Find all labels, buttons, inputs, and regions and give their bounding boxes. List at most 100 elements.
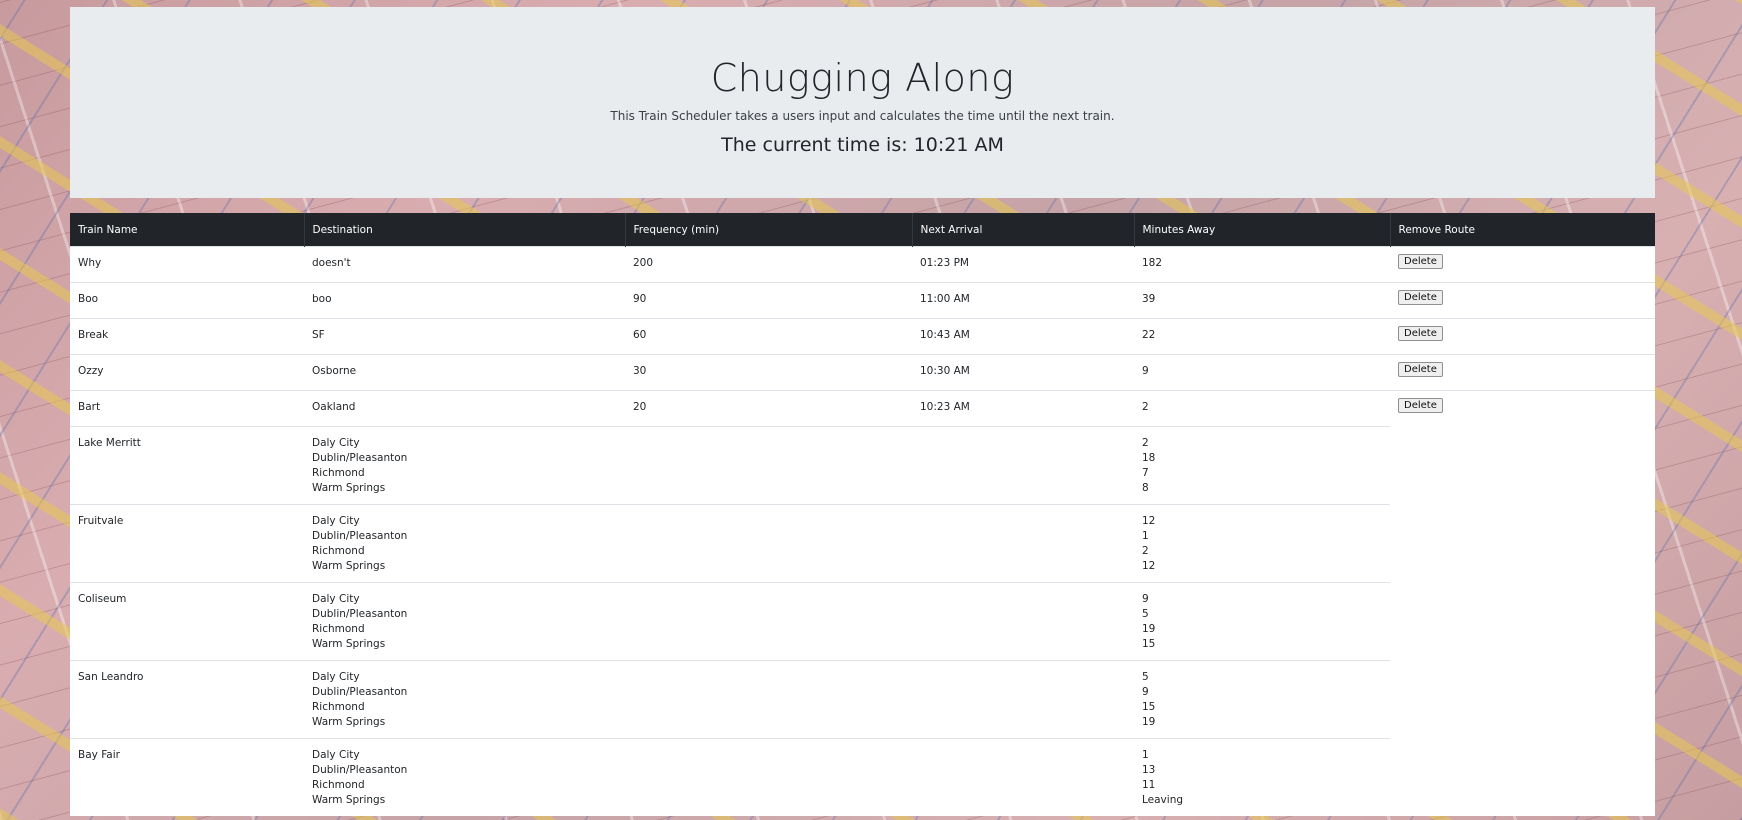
destination-line: Dublin/Pleasanton <box>312 452 408 464</box>
remove-route-cell <box>1390 739 1655 817</box>
remove-route-cell: Delete <box>1390 354 1655 391</box>
frequency-cell: 30 <box>625 354 912 391</box>
next-arrival-cell <box>912 738 1134 816</box>
minutes-line: 11 <box>1142 779 1156 791</box>
table-row: San Leandro Daly City Dublin/Pleasanton … <box>70 660 1655 739</box>
minutes-line: Leaving <box>1142 794 1184 806</box>
destination-line: Warm Springs <box>312 482 386 494</box>
next-arrival-cell <box>912 660 1134 739</box>
next-arrival-cell: 10:43 AM <box>912 318 1134 355</box>
station-minutes-cell: 9 5 19 15 <box>1134 582 1390 661</box>
next-arrival-cell: 10:30 AM <box>912 354 1134 391</box>
minutes-away-cell: 182 <box>1134 246 1390 283</box>
minutes-line: 18 <box>1142 452 1156 464</box>
station-destinations-cell: Daly City Dublin/Pleasanton Richmond War… <box>304 426 625 505</box>
train-name-cell: Boo <box>70 282 304 319</box>
minutes-line: 19 <box>1142 716 1156 728</box>
next-arrival-cell <box>912 426 1134 505</box>
destination-cell: Osborne <box>304 354 625 391</box>
column-header-frequency: Frequency (min) <box>624 213 912 247</box>
train-name-cell: Bart <box>70 390 304 427</box>
minutes-line: 12 <box>1142 515 1156 527</box>
remove-route-cell <box>1390 505 1655 583</box>
destination-line: Warm Springs <box>312 716 386 728</box>
delete-button[interactable]: Delete <box>1398 254 1443 269</box>
delete-button[interactable]: Delete <box>1398 290 1443 305</box>
table-row: Ozzy Osborne 30 10:30 AM 9 Delete <box>70 354 1655 391</box>
frequency-cell <box>625 660 912 739</box>
page-subtitle: This Train Scheduler takes a users input… <box>610 109 1115 123</box>
frequency-cell: 90 <box>625 282 912 319</box>
table-row: Bay Fair Daly City Dublin/Pleasanton Ric… <box>70 738 1655 817</box>
train-schedule-table: Train Name Destination Frequency (min) N… <box>70 213 1655 816</box>
minutes-away-cell: 22 <box>1134 318 1390 355</box>
station-destinations-cell: Daly City Dublin/Pleasanton Richmond War… <box>304 738 625 816</box>
minutes-line: 12 <box>1142 560 1156 572</box>
destination-line: Warm Springs <box>312 638 386 650</box>
station-minutes-cell: 12 1 2 12 <box>1134 504 1390 583</box>
station-name-cell: Lake Merritt <box>70 426 304 505</box>
next-arrival-cell: 01:23 PM <box>912 246 1134 283</box>
table-row: Boo boo 90 11:00 AM 39 Delete <box>70 282 1655 319</box>
minutes-line: 5 <box>1142 671 1149 683</box>
frequency-cell <box>625 504 912 583</box>
destination-cell: doesn't <box>304 246 625 283</box>
destination-line: Warm Springs <box>312 560 386 572</box>
destination-cell: SF <box>304 318 625 355</box>
destination-cell: Oakland <box>304 390 625 427</box>
frequency-cell: 200 <box>625 246 912 283</box>
delete-button[interactable]: Delete <box>1398 398 1443 413</box>
next-arrival-cell: 11:00 AM <box>912 282 1134 319</box>
minutes-line: 5 <box>1142 608 1149 620</box>
frequency-cell <box>625 582 912 661</box>
destination-line: Daly City <box>312 671 360 683</box>
remove-route-cell <box>1390 661 1655 739</box>
train-name-cell: Why <box>70 246 304 283</box>
minutes-line: 19 <box>1142 623 1156 635</box>
frequency-cell <box>625 738 912 816</box>
delete-button[interactable]: Delete <box>1398 326 1443 341</box>
destination-line: Dublin/Pleasanton <box>312 530 408 542</box>
station-minutes-cell: 2 18 7 8 <box>1134 426 1390 505</box>
delete-button[interactable]: Delete <box>1398 362 1443 377</box>
main-container: Chugging Along This Train Scheduler take… <box>70 7 1655 816</box>
train-name-cell: Break <box>70 318 304 355</box>
table-row: Break SF 60 10:43 AM 22 Delete <box>70 318 1655 355</box>
destination-line: Dublin/Pleasanton <box>312 686 408 698</box>
page-title: Chugging Along <box>710 56 1015 100</box>
table-row: Lake Merritt Daly City Dublin/Pleasanton… <box>70 426 1655 505</box>
remove-route-cell: Delete <box>1390 390 1655 427</box>
table-body: Why doesn't 200 01:23 PM 182 Delete Boo … <box>70 246 1655 817</box>
minutes-away-cell: 39 <box>1134 282 1390 319</box>
station-name-cell: Coliseum <box>70 582 304 661</box>
minutes-away-cell: 9 <box>1134 354 1390 391</box>
destination-line: Dublin/Pleasanton <box>312 764 408 776</box>
remove-route-cell: Delete <box>1390 246 1655 283</box>
jumbotron-header: Chugging Along This Train Scheduler take… <box>70 7 1655 198</box>
next-arrival-cell <box>912 504 1134 583</box>
station-destinations-cell: Daly City Dublin/Pleasanton Richmond War… <box>304 582 625 661</box>
table-row: Fruitvale Daly City Dublin/Pleasanton Ri… <box>70 504 1655 583</box>
table-row: Bart Oakland 20 10:23 AM 2 Delete <box>70 390 1655 427</box>
station-name-cell: San Leandro <box>70 660 304 739</box>
destination-line: Warm Springs <box>312 794 386 806</box>
table-header-row: Train Name Destination Frequency (min) N… <box>70 213 1655 247</box>
destination-line: Richmond <box>312 623 365 635</box>
station-destinations-cell: Daly City Dublin/Pleasanton Richmond War… <box>304 660 625 739</box>
frequency-cell <box>625 426 912 505</box>
destination-line: Daly City <box>312 437 360 449</box>
column-header-destination: Destination <box>303 213 625 247</box>
minutes-line: 2 <box>1142 437 1149 449</box>
station-name-cell: Fruitvale <box>70 504 304 583</box>
next-arrival-cell: 10:23 AM <box>912 390 1134 427</box>
destination-line: Daly City <box>312 515 360 527</box>
column-header-next-arrival: Next Arrival <box>911 213 1134 247</box>
table-row: Why doesn't 200 01:23 PM 182 Delete <box>70 246 1655 283</box>
destination-line: Daly City <box>312 749 360 761</box>
remove-route-cell <box>1390 427 1655 505</box>
column-header-train-name: Train Name <box>70 213 304 247</box>
station-minutes-cell: 5 9 15 19 <box>1134 660 1390 739</box>
minutes-line: 1 <box>1142 749 1149 761</box>
destination-line: Richmond <box>312 701 365 713</box>
minutes-line: 8 <box>1142 482 1149 494</box>
